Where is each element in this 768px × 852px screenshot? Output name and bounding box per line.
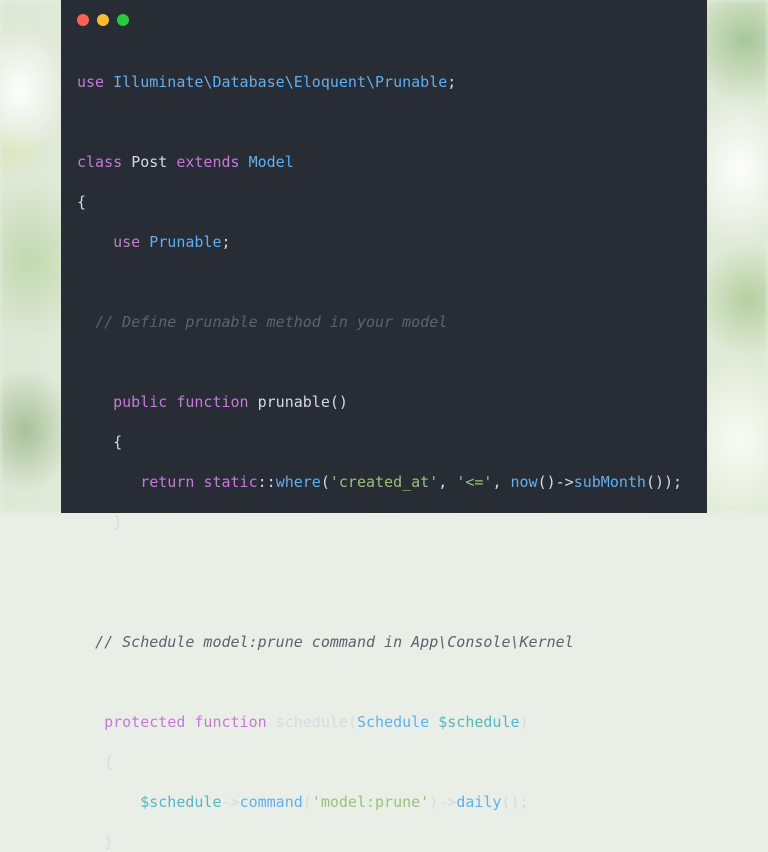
code-token: class: [77, 153, 123, 171]
code-token: ,: [438, 473, 457, 491]
code-token: }: [104, 833, 114, 851]
code-token: protected: [104, 713, 186, 731]
code-line: use Illuminate\Database\Eloquent\Prunabl…: [77, 72, 682, 92]
code-window: use Illuminate\Database\Eloquent\Prunabl…: [61, 0, 707, 851]
code-token: (): [329, 393, 348, 411]
code-comment: // Define prunable method in your model: [95, 313, 448, 331]
code-token: subMonth: [573, 473, 646, 491]
code-token: where: [275, 473, 321, 491]
code-token: (: [302, 793, 312, 811]
minimize-dot-icon[interactable]: [97, 14, 109, 26]
code-token: Model: [248, 153, 294, 171]
code-token: $schedule: [438, 713, 520, 731]
code-token: Prunable: [149, 233, 222, 251]
code-line: {: [77, 432, 682, 452]
code-line: }: [77, 512, 682, 532]
code-line: $schedule->command('model:prune')->daily…: [77, 792, 682, 812]
code-line: // Schedule model:prune command in App\C…: [77, 632, 682, 652]
code-token: ->: [221, 793, 240, 811]
code-line: {: [77, 192, 682, 212]
code-token: extends: [176, 153, 240, 171]
code-token: ());: [645, 473, 683, 491]
code-token: {: [113, 433, 123, 451]
close-dot-icon[interactable]: [77, 14, 89, 26]
code-token: function: [194, 713, 267, 731]
code-token: command: [239, 793, 303, 811]
code-token: prunable: [257, 393, 330, 411]
code-string: 'created_at': [329, 473, 439, 491]
code-block: use Illuminate\Database\Eloquent\Prunabl…: [77, 72, 682, 852]
code-token: ,: [492, 473, 511, 491]
code-line: return static::where('created_at', '<=',…: [77, 472, 682, 492]
code-line: class Post extends Model: [77, 152, 682, 172]
code-token: }: [113, 513, 123, 531]
code-token: {: [77, 193, 87, 211]
code-line: use Prunable;: [77, 232, 682, 252]
code-line: public function prunable(): [77, 392, 682, 412]
code-token: (: [320, 473, 330, 491]
code-token: $schedule: [140, 793, 222, 811]
code-token: ): [519, 713, 529, 731]
code-token: ::: [257, 473, 276, 491]
window-controls: [77, 14, 129, 26]
code-token: {: [104, 753, 114, 771]
code-token: ;: [447, 73, 457, 91]
code-token: ()->: [537, 473, 574, 491]
code-line: }: [77, 832, 682, 852]
code-line: // Define prunable method in your model: [77, 312, 682, 332]
code-token: ;: [221, 233, 231, 251]
code-token: function: [176, 393, 249, 411]
code-line: protected function schedule(Schedule $sc…: [77, 712, 682, 732]
code-token: schedule: [275, 713, 348, 731]
code-token: use: [113, 233, 141, 251]
code-token: Schedule: [356, 713, 430, 731]
code-token: return: [140, 473, 195, 491]
maximize-dot-icon[interactable]: [117, 14, 129, 26]
code-string: 'model:prune': [311, 793, 430, 811]
code-comment: // Schedule model:prune command in App\C…: [95, 633, 574, 651]
code-token: (: [347, 713, 357, 731]
code-token: use: [77, 73, 105, 91]
code-token: static: [203, 473, 258, 491]
code-token: )->: [429, 793, 457, 811]
code-token: public: [113, 393, 168, 411]
code-token: daily: [456, 793, 502, 811]
code-token: Illuminate\Database\Eloquent\Prunable: [113, 73, 448, 91]
code-token: Post: [131, 153, 168, 171]
code-token: now: [510, 473, 538, 491]
code-token: ();: [501, 793, 529, 811]
code-string: '<=': [456, 473, 493, 491]
code-line: {: [77, 752, 682, 772]
